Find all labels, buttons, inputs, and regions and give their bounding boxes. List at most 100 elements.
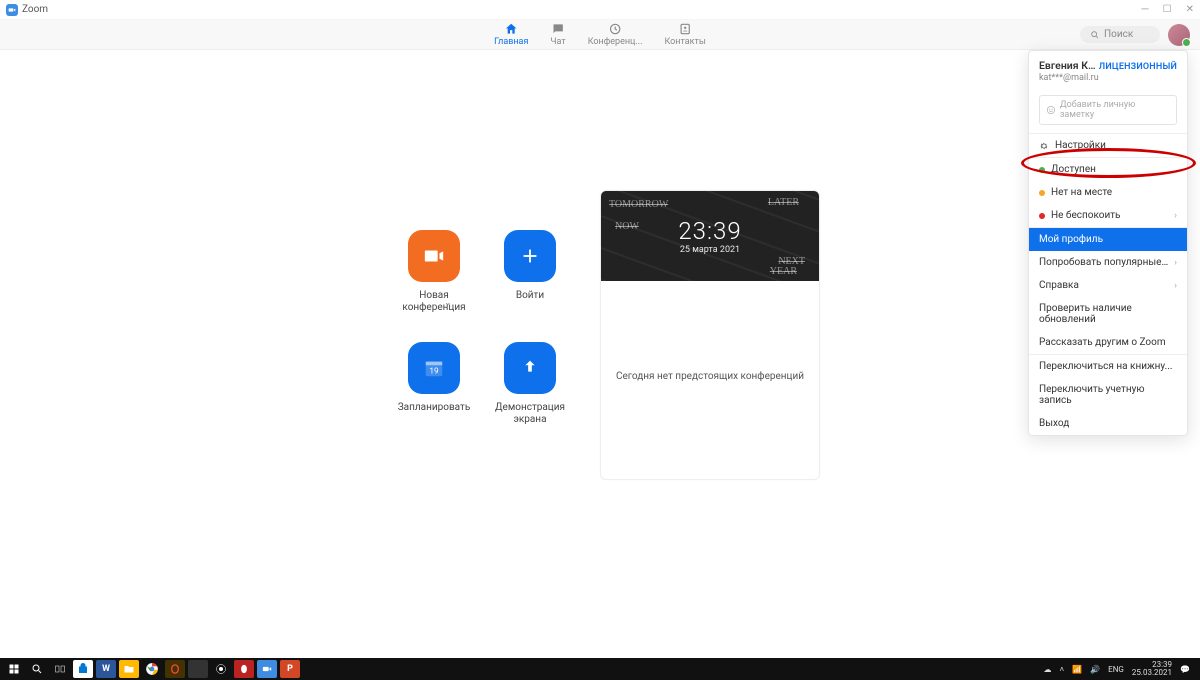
taskbar-explorer[interactable] (119, 660, 139, 678)
taskbar-obs[interactable] (211, 660, 231, 678)
menu-exit[interactable]: Выход (1029, 412, 1187, 435)
start-button[interactable] (4, 660, 24, 678)
new-meeting-dropdown[interactable]: ⌄ (444, 298, 452, 308)
chevron-right-icon: › (1174, 211, 1177, 221)
menu-settings-label: Настройки (1055, 140, 1106, 151)
no-meetings-text: Сегодня нет предстоящих конференций (601, 371, 819, 382)
chevron-right-icon: › (1174, 258, 1177, 268)
window-controls: ─ ☐ ✕ (1142, 4, 1194, 15)
menu-tell-others[interactable]: Рассказать другим о Zoom (1029, 331, 1187, 354)
menu-settings[interactable]: Настройки (1029, 134, 1187, 157)
taskbar-word[interactable]: W (96, 660, 116, 678)
chalk-text: TOMORROW (609, 199, 668, 210)
window-titlebar: Zoom ─ ☐ ✕ (0, 0, 1200, 20)
profile-dropdown: Евгения Кат... ЛИЦЕНЗИОННЫЙ kat***@mail.… (1028, 50, 1188, 436)
menu-check-updates-label: Проверить наличие обновлений (1039, 303, 1177, 325)
close-button[interactable]: ✕ (1186, 4, 1194, 15)
taskbar-zoom[interactable] (257, 660, 277, 678)
profile-header: Евгения Кат... ЛИЦЕНЗИОННЫЙ kat***@mail.… (1029, 51, 1187, 87)
chalk-text: LATER (768, 197, 799, 208)
menu-check-updates[interactable]: Проверить наличие обновлений (1029, 297, 1187, 331)
chalk-text: NOW (615, 221, 639, 232)
svg-text:19: 19 (429, 367, 439, 377)
clock-background: TOMORROW LATER NEXT YEAR NOW 23:39 25 ма… (601, 191, 819, 281)
chevron-right-icon: › (1174, 281, 1177, 291)
nav-meetings-label: Конференц... (588, 37, 643, 47)
status-away[interactable]: Нет на месте (1029, 181, 1187, 204)
note-placeholder: Добавить личную заметку (1060, 100, 1170, 120)
share-screen-button[interactable]: Демонстрация экрана (486, 342, 574, 426)
today-card: TOMORROW LATER NEXT YEAR NOW 23:39 25 ма… (600, 190, 820, 480)
top-navigation: Главная Чат Конференц... Контакты Поиск (0, 20, 1200, 50)
personal-note-input[interactable]: Добавить личную заметку (1039, 95, 1177, 125)
status-dot-green (1039, 167, 1045, 173)
taskbar-chrome[interactable] (142, 660, 162, 678)
menu-switch-book[interactable]: Переключиться на книжну... (1029, 355, 1187, 378)
minimize-button[interactable]: ─ (1142, 4, 1149, 15)
status-away-label: Нет на месте (1051, 187, 1112, 198)
status-available[interactable]: Доступен (1029, 158, 1187, 181)
plus-icon (504, 230, 556, 282)
taskbar-opera[interactable] (234, 660, 254, 678)
search-input[interactable]: Поиск (1080, 26, 1160, 43)
tray-language[interactable]: ENG (1108, 665, 1124, 674)
status-dnd-label: Не беспокоить (1051, 210, 1120, 221)
tray-notifications-icon[interactable]: 💬 (1180, 665, 1190, 674)
new-meeting-button[interactable]: Новая конференция (390, 230, 478, 314)
tray-network-icon[interactable]: 📶 (1072, 665, 1082, 674)
search-button[interactable] (27, 660, 47, 678)
menu-exit-label: Выход (1039, 418, 1069, 429)
smile-icon (1046, 105, 1056, 115)
tray-up-icon[interactable]: ˄ (1060, 665, 1065, 674)
nav-contacts[interactable]: Контакты (664, 22, 705, 47)
join-button[interactable]: Войти (486, 230, 574, 314)
menu-switch-account[interactable]: Переключить учетную запись (1029, 378, 1187, 412)
search-placeholder: Поиск (1104, 29, 1133, 40)
status-dnd[interactable]: Не беспокоить › (1029, 204, 1187, 227)
status-dot-red (1039, 213, 1045, 219)
tray-volume-icon[interactable]: 🔊 (1090, 665, 1100, 674)
zoom-app-icon (6, 4, 18, 16)
nav-chat[interactable]: Чат (550, 22, 565, 47)
schedule-button[interactable]: 19 Запланировать (390, 342, 478, 426)
menu-my-profile[interactable]: Мой профиль (1029, 228, 1187, 251)
menu-try-features[interactable]: Попробовать популярные функции › (1029, 251, 1187, 274)
status-dot-orange (1039, 190, 1045, 196)
maximize-button[interactable]: ☐ (1163, 4, 1172, 15)
share-label: Демонстрация экрана (495, 402, 565, 426)
join-label: Войти (516, 290, 544, 302)
tray-clock[interactable]: 23:39 25.03.2021 (1132, 661, 1172, 677)
tray-date: 25.03.2021 (1132, 669, 1172, 677)
taskbar-powerpoint[interactable]: P (280, 660, 300, 678)
menu-my-profile-label: Мой профиль (1039, 234, 1103, 245)
taskbar-opera-gx[interactable] (165, 660, 185, 678)
clock-time: 23:39 (678, 217, 741, 245)
menu-tell-others-label: Рассказать другим о Zoom (1039, 337, 1166, 348)
windows-taskbar: W P ☁ ˄ 📶 🔊 ENG 23:39 25.03.2021 💬 (0, 658, 1200, 680)
search-icon (1090, 30, 1100, 40)
chalk-text: YEAR (770, 266, 797, 277)
menu-switch-account-label: Переключить учетную запись (1039, 384, 1177, 406)
calendar-icon: 19 (408, 342, 460, 394)
profile-name: Евгения Кат... (1039, 59, 1099, 72)
tray-onedrive-icon[interactable]: ☁ (1044, 665, 1052, 674)
status-available-label: Доступен (1051, 164, 1096, 175)
taskbar-app-generic[interactable] (188, 660, 208, 678)
taskbar-store[interactable] (73, 660, 93, 678)
quick-actions: Новая конференция Войти 19 Запланировать… (390, 230, 574, 426)
nav-contacts-label: Контакты (664, 37, 705, 47)
menu-help[interactable]: Справка › (1029, 274, 1187, 297)
window-title: Zoom (22, 4, 48, 15)
menu-help-label: Справка (1039, 280, 1079, 291)
video-icon (408, 230, 460, 282)
task-view-button[interactable] (50, 660, 70, 678)
clock-date: 25 марта 2021 (680, 245, 740, 255)
share-arrow-icon (504, 342, 556, 394)
schedule-label: Запланировать (398, 402, 471, 414)
nav-home[interactable]: Главная (494, 22, 528, 47)
profile-avatar[interactable] (1168, 24, 1190, 46)
nav-meetings[interactable]: Конференц... (588, 22, 643, 47)
main-content: Новая конференция Войти 19 Запланировать… (0, 50, 1200, 658)
nav-chat-label: Чат (550, 37, 565, 47)
gear-icon (1039, 141, 1049, 151)
